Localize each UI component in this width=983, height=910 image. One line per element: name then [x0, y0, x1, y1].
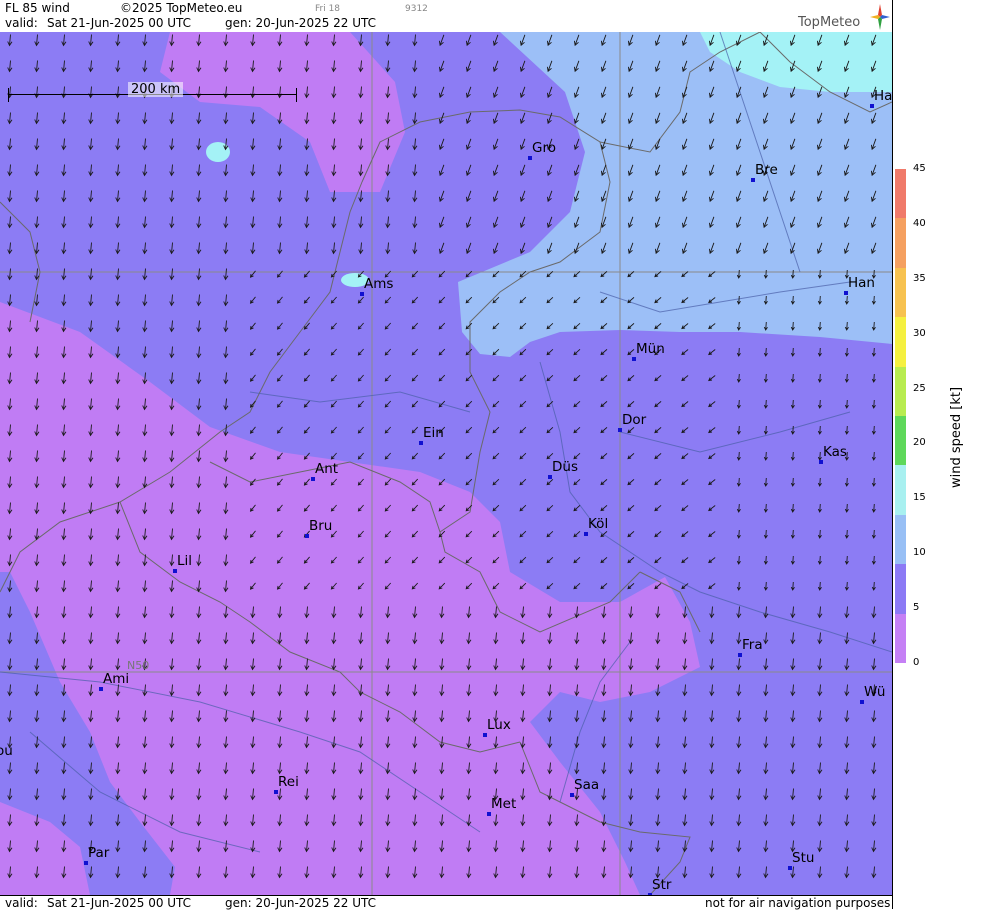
- color-bar-segment: [895, 465, 906, 516]
- lake: [206, 142, 230, 162]
- city-label: Gro: [532, 140, 556, 156]
- legend-tick: 5: [913, 602, 920, 614]
- header-bar: FL 85 wind ©2025 TopMeteo.eu Fri 18 9312…: [0, 0, 892, 32]
- legend-tick: 0: [913, 657, 920, 668]
- city-label: Stu: [792, 850, 815, 866]
- divider: [892, 0, 893, 909]
- copyright: ©2025 TopMeteo.eu: [120, 1, 243, 15]
- legend-tick: 40: [913, 217, 926, 229]
- city-dot: [99, 687, 103, 691]
- latitude-label: N50: [127, 659, 150, 672]
- legend-title-text: wind speed [kt]: [949, 386, 964, 488]
- city-dot: [819, 460, 823, 464]
- faint-label: 9312: [405, 4, 428, 14]
- footer-bar: valid: Sat 21-Jun-2025 00 UTC gen: 20-Ju…: [0, 895, 892, 910]
- color-bar-segment: [895, 613, 906, 664]
- color-legend: 45 40 35 30 25 20 15 10 5 0: [892, 0, 983, 909]
- city-dot: [751, 178, 755, 182]
- color-bar-segment: [895, 218, 906, 269]
- legend-tick: 30: [913, 327, 926, 339]
- city-label: Par: [88, 845, 110, 861]
- city-label: Str: [652, 877, 672, 893]
- product-title: FL 85 wind: [5, 1, 70, 15]
- legend-tick: 25: [913, 382, 926, 394]
- city-label: Ant: [315, 461, 339, 477]
- city-label: Ami: [103, 671, 130, 687]
- city-label: Kas: [823, 444, 847, 460]
- legend-tick: 20: [913, 437, 926, 449]
- city-label: Rei: [278, 774, 299, 790]
- city-label: Ein: [423, 425, 444, 441]
- legend-tick: 45: [913, 163, 926, 174]
- city-dot: [173, 569, 177, 573]
- city-label: Lil: [177, 553, 193, 569]
- city-dot: [860, 700, 864, 704]
- city-dot: [84, 861, 88, 865]
- city-dot: [311, 477, 315, 481]
- disclaimer: not for air navigation purposes: [705, 896, 891, 910]
- city-label: ou: [0, 743, 13, 759]
- city-label: Ams: [364, 276, 394, 292]
- city-dot: [632, 357, 636, 361]
- city-dot: [305, 534, 309, 538]
- color-bar-segment: [895, 514, 906, 565]
- scale-label: 200 km: [128, 82, 184, 97]
- city-label: Fra: [742, 637, 763, 653]
- city-label: Ha: [874, 88, 892, 104]
- legend-title: wind speed [kt]: [945, 387, 965, 520]
- city-dot: [487, 812, 491, 816]
- city-label: Mün: [636, 341, 665, 357]
- valid-time: Sat 21-Jun-2025 00 UTC: [47, 896, 192, 910]
- compass-star-icon: [870, 4, 890, 30]
- city-dot: [528, 156, 532, 160]
- city-dot: [618, 428, 622, 432]
- color-bar-segment: [895, 169, 906, 219]
- city-dot: [548, 475, 552, 479]
- color-bar-segment: [895, 416, 906, 466]
- color-bar: [895, 169, 906, 664]
- scale-bar: 200 km: [8, 82, 298, 102]
- city-label: Wü: [864, 684, 886, 700]
- city-label: Düs: [552, 459, 578, 475]
- topmeteo-logo[interactable]: TopMeteo: [798, 4, 890, 30]
- city-label: Met: [491, 796, 517, 812]
- city-label: Saa: [574, 777, 600, 793]
- faint-label: Fri 18: [315, 4, 341, 14]
- city-dot: [483, 733, 487, 737]
- color-bar-segment: [895, 317, 906, 368]
- city-label: Han: [848, 275, 875, 291]
- city-label: Lux: [487, 717, 511, 733]
- valid-prefix: valid:: [5, 16, 38, 30]
- city-dot: [738, 653, 742, 657]
- gen-time: gen: 20-Jun-2025 22 UTC: [225, 16, 377, 30]
- city-dot: [570, 793, 574, 797]
- city-label: Bru: [309, 518, 333, 534]
- wind-map[interactable]: 200 km N50 Gro Bre Ha Ams Han Mün Ein Do…: [0, 32, 892, 895]
- city-dot: [274, 790, 278, 794]
- city-label: Dor: [622, 412, 647, 428]
- city-dot: [870, 104, 874, 108]
- city-dot: [788, 866, 792, 870]
- valid-prefix: valid:: [5, 896, 38, 910]
- city-dot: [419, 441, 423, 445]
- valid-time: Sat 21-Jun-2025 00 UTC: [47, 16, 192, 30]
- city-dot: [584, 532, 588, 536]
- city-dot: [360, 292, 364, 296]
- gen-time: gen: 20-Jun-2025 22 UTC: [225, 896, 377, 910]
- city-label: Bre: [755, 162, 778, 178]
- legend-tick: 10: [913, 547, 926, 559]
- city-label: Köl: [588, 516, 609, 532]
- color-bar-segment: [895, 267, 906, 318]
- legend-tick: 35: [913, 272, 926, 284]
- legend-tick: 15: [913, 492, 926, 504]
- brand-name: TopMeteo: [798, 15, 861, 30]
- color-bar-segment: [895, 366, 906, 417]
- city-dot: [844, 291, 848, 295]
- color-bar-segment: [895, 564, 906, 615]
